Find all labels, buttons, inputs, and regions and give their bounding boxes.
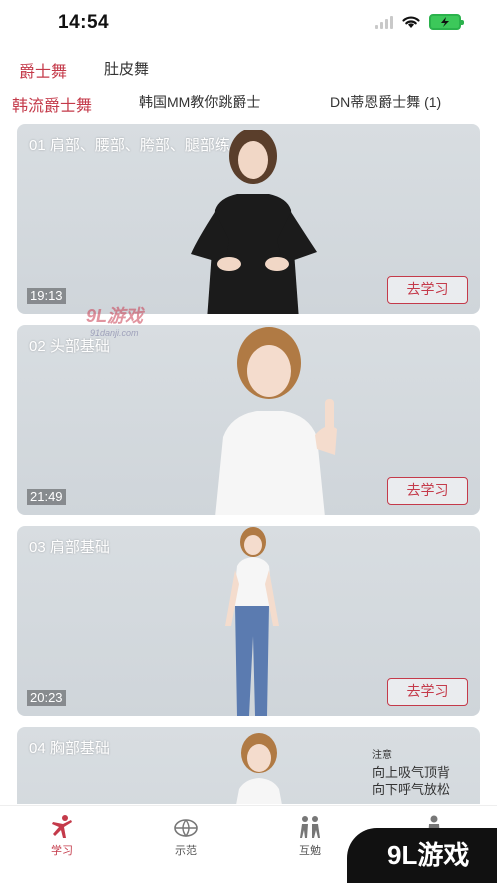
tab-encourage[interactable]: 互勉: [280, 814, 340, 858]
video-card[interactable]: 02 头部基础 21:49 去学习: [17, 325, 480, 515]
brand-badge: 9L游戏: [347, 828, 497, 883]
tab-label: 互勉: [299, 845, 321, 857]
video-duration: 19:13: [27, 288, 66, 304]
go-learn-button[interactable]: 去学习: [387, 276, 468, 304]
video-card[interactable]: 04 胸部基础 注意 向上吸气顶背 向下呼气放松: [17, 727, 480, 804]
dancer-thumbnail: [236, 733, 282, 804]
video-card[interactable]: 01 肩部、腰部、胯部、腿部练 19:13 去学习: [17, 124, 480, 314]
category-tabs: 爵士舞 肚皮舞: [0, 54, 497, 84]
dancer-thumbnail: [225, 527, 279, 716]
dancer-thumbnail: [215, 327, 337, 515]
globe-icon: [174, 819, 198, 838]
note-line: 向下呼气放松: [371, 782, 450, 797]
dancer-icon: [52, 815, 72, 838]
go-learn-button[interactable]: 去学习: [387, 477, 468, 505]
video-duration: 20:23: [27, 690, 66, 706]
video-duration: 21:49: [27, 489, 66, 505]
tab-korean-mm-jazz[interactable]: 韩国MM教你跳爵士: [139, 92, 260, 112]
video-title: 03 肩部基础: [29, 539, 110, 556]
watermark-url: 91danji.com: [90, 328, 139, 338]
status-icons: [375, 14, 464, 30]
status-bar: 14:54: [0, 0, 497, 48]
battery-icon: [429, 14, 464, 30]
note-title: 注意: [371, 750, 392, 761]
people-icon: [300, 816, 320, 838]
video-title: 02 头部基础: [29, 338, 110, 355]
tab-dn-jazz[interactable]: DN蒂恩爵士舞 (1): [330, 92, 441, 112]
watermark-text: 9L游戏: [86, 306, 144, 326]
video-list[interactable]: 01 肩部、腰部、胯部、腿部练 19:13 去学习 02 头部基础 21:49 …: [0, 124, 497, 804]
status-time: 14:54: [58, 12, 110, 33]
tab-korean-jazz[interactable]: 韩流爵士舞: [12, 92, 92, 116]
tab-belly-dance[interactable]: 肚皮舞: [104, 58, 149, 79]
video-card[interactable]: 03 肩部基础 20:23 去学习: [17, 526, 480, 716]
tab-learn[interactable]: 学习: [32, 814, 92, 858]
cellular-signal-icon: [375, 15, 393, 29]
go-learn-button[interactable]: 去学习: [387, 678, 468, 706]
tab-demo[interactable]: 示范: [156, 814, 216, 858]
dancer-thumbnail: [191, 130, 317, 314]
note-line: 向上吸气顶背: [371, 765, 450, 780]
video-title: 04 胸部基础: [29, 740, 110, 757]
video-note: 注意 向上吸气顶背 向下呼气放松: [372, 747, 450, 798]
wifi-icon: [402, 16, 420, 28]
sub-category-tabs: 韩流爵士舞 韩国MM教你跳爵士 DN蒂恩爵士舞 (1): [0, 88, 497, 116]
tab-label: 学习: [51, 845, 73, 857]
tab-label: 示范: [175, 845, 197, 857]
video-title: 01 肩部、腰部、胯部、腿部练: [29, 137, 230, 154]
watermark-logo: 9L游戏 91danji.com: [86, 302, 143, 338]
tab-jazz-dance[interactable]: 爵士舞: [19, 58, 67, 82]
